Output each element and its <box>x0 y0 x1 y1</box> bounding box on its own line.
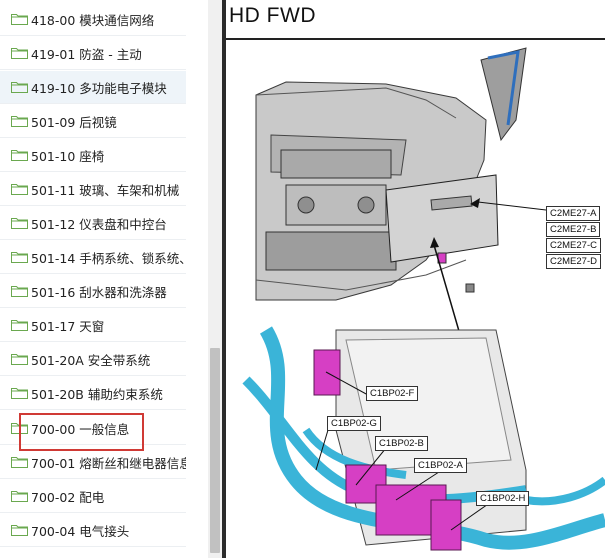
tree-item-501-12[interactable]: 501-12 仪表盘和中控台 <box>0 207 186 240</box>
tree-item-label: 501-10 座椅 <box>31 148 105 164</box>
callout-label: C2ME27-A <box>546 206 601 221</box>
tree-item-501-10[interactable]: 501-10 座椅 <box>0 139 186 172</box>
folder-icon <box>11 116 28 127</box>
tree-item-label: 700-01 熔断丝和继电器信息 <box>31 455 186 471</box>
callout-label: C1BP02-A <box>414 458 467 473</box>
tree-item-label: 501-16 刮水器和洗涤器 <box>31 284 167 300</box>
sidebar-scrollbar[interactable] <box>208 0 222 558</box>
tree-item-label: 700-00 一般信息 <box>31 421 130 437</box>
tree-item-700-02[interactable]: 700-02 配电 <box>0 480 186 513</box>
folder-icon <box>11 423 28 434</box>
dashboard-illustration <box>255 47 527 301</box>
pointer-arrow <box>433 244 462 339</box>
tree-item-501-16[interactable]: 501-16 刮水器和洗涤器 <box>0 275 186 308</box>
tree-item-label: 501-14 手柄系统、锁系统、插锁 <box>31 250 186 266</box>
tree-item-label: 418-00 模块通信网络 <box>31 12 155 28</box>
folder-icon <box>11 48 28 59</box>
tree-item-501-20a[interactable]: 501-20A 安全带系统 <box>0 343 186 376</box>
folder-icon <box>11 252 28 263</box>
tree-item-label: 700-02 配电 <box>31 489 105 505</box>
tree-item-label: 419-10 多功能电子模块 <box>31 80 167 96</box>
callout-label: C2ME27-D <box>546 254 601 269</box>
folder-icon <box>11 14 28 25</box>
tree-item-501-17[interactable]: 501-17 天窗 <box>0 309 186 342</box>
callout-label: C1BP02-F <box>366 386 419 401</box>
tree-item-501-20b[interactable]: 501-20B 辅助约束系统 <box>0 377 186 410</box>
folder-icon <box>11 184 28 195</box>
diagram-viewer: HD FWD C2ME27-A C2ME27-B C2ME27-C C2ME27… <box>226 0 605 558</box>
folder-icon <box>11 218 28 229</box>
tree-item-700-04[interactable]: 700-04 电气接头 <box>0 514 186 547</box>
folder-icon <box>11 491 28 502</box>
tree-item-label: 501-12 仪表盘和中控台 <box>31 216 167 232</box>
scrollbar-thumb[interactable] <box>210 348 220 553</box>
folder-icon <box>11 457 28 468</box>
callout-label: C2ME27-B <box>546 222 601 237</box>
tree-item-418-00[interactable]: 418-00 模块通信网络 <box>0 3 186 36</box>
folder-icon <box>11 286 28 297</box>
tree-item-label: 501-20B 辅助约束系统 <box>31 386 163 402</box>
folder-icon <box>11 354 28 365</box>
tree-item-label: 501-17 天窗 <box>31 318 105 334</box>
callout-label: C1BP02-H <box>476 491 530 506</box>
tree-item-501-11[interactable]: 501-11 玻璃、车架和机械 <box>0 173 186 206</box>
tree-item-label: 501-11 玻璃、车架和机械 <box>31 182 180 198</box>
folder-icon <box>11 388 28 399</box>
folder-icon <box>11 320 28 331</box>
tree-item-label: 700-04 电气接头 <box>31 523 130 539</box>
tree-item-419-10[interactable]: 419-10 多功能电子模块 <box>0 71 186 104</box>
callout-label: C1BP02-B <box>375 436 428 451</box>
callout-label: C2ME27-C <box>546 238 601 253</box>
tree-item-label: 501-20A 安全带系统 <box>31 352 151 368</box>
sidebar-tree: 418-00 模块通信网络 419-01 防盗 - 主动 419-10 多功能电… <box>0 0 208 558</box>
tree-item-700-00[interactable]: 700-00 一般信息 <box>0 412 186 445</box>
tree-item-501-09[interactable]: 501-09 后视镜 <box>0 105 186 138</box>
tree-item-label: 419-01 防盗 - 主动 <box>31 46 142 62</box>
tree-item-700-01[interactable]: 700-01 熔断丝和继电器信息 <box>0 446 186 479</box>
callout-label: C1BP02-G <box>327 416 381 431</box>
folder-icon <box>11 82 28 93</box>
tree-item-501-14[interactable]: 501-14 手柄系统、锁系统、插锁 <box>0 241 186 274</box>
folder-icon <box>11 150 28 161</box>
tree-item-419-01[interactable]: 419-01 防盗 - 主动 <box>0 37 186 70</box>
tree-item-label: 501-09 后视镜 <box>31 114 117 130</box>
folder-icon <box>11 525 28 536</box>
wiring-location-diagram <box>242 47 605 551</box>
